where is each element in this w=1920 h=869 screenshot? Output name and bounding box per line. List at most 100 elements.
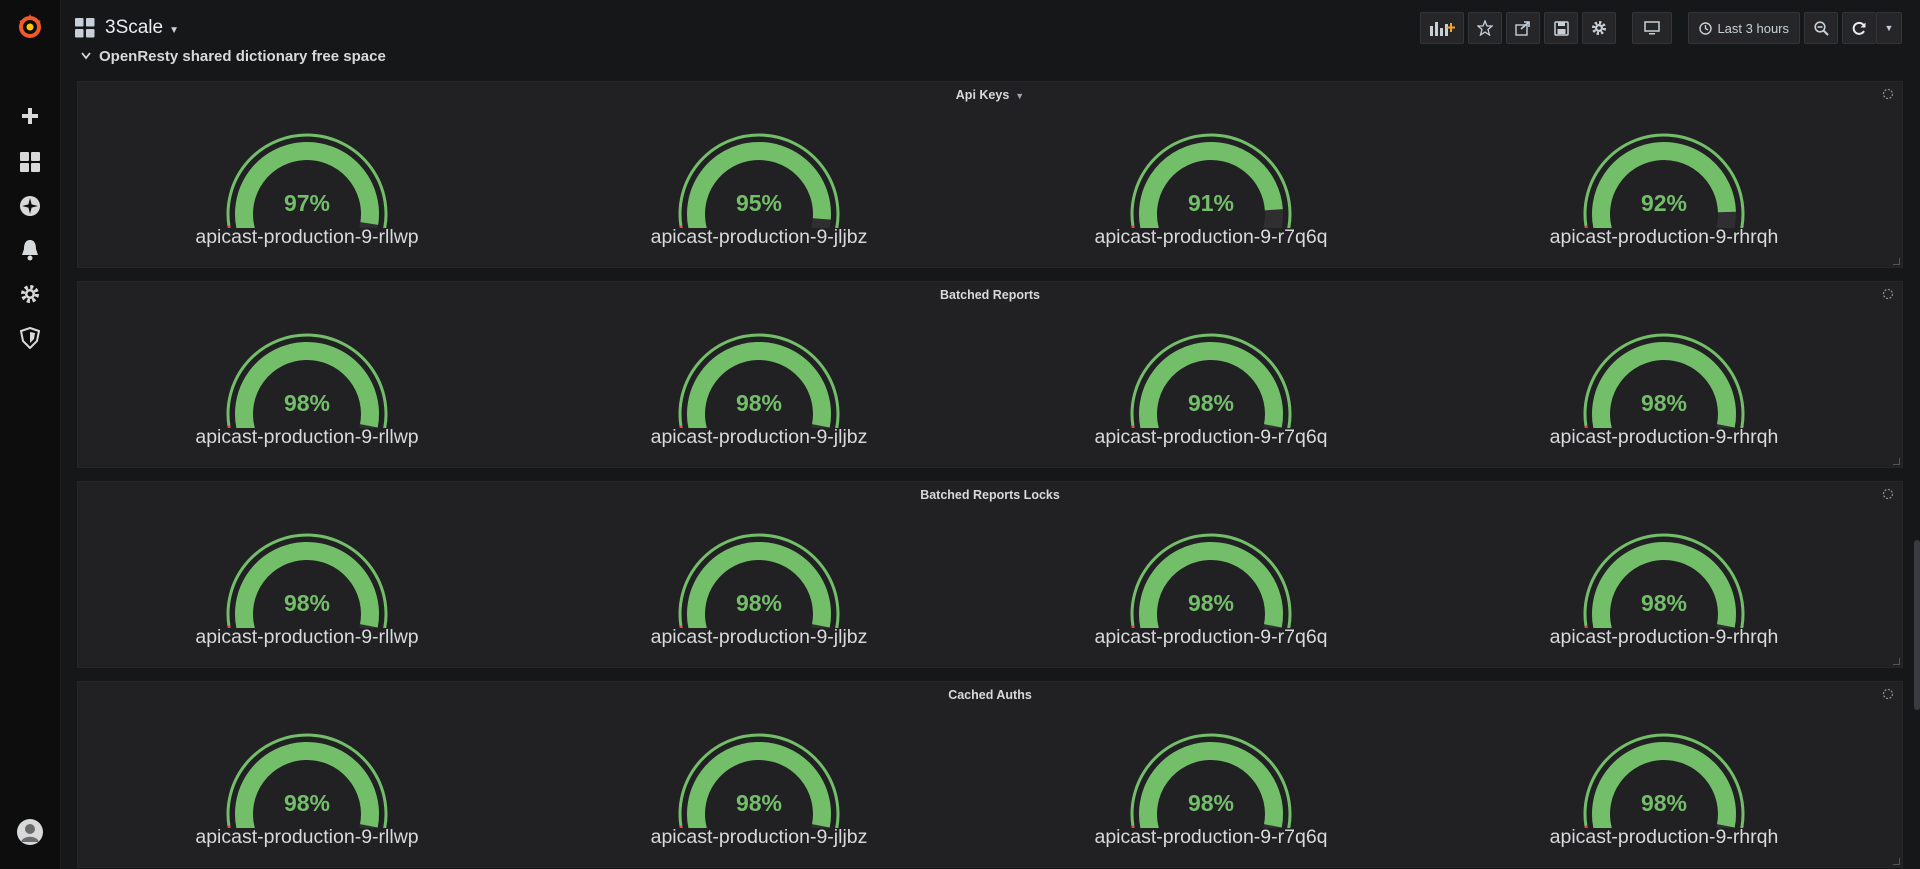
gauge: 98% apicast-production-9-rllwp (177, 718, 437, 858)
panel-title-text: Batched Reports (939, 288, 1041, 302)
gauge-series-name: apicast-production-9-rllwp (195, 226, 419, 248)
dashboard-settings-button[interactable] (1582, 12, 1617, 44)
refresh-interval-button[interactable]: ▼ (1876, 12, 1902, 44)
save-icon (1554, 20, 1569, 36)
gauge-value: 97% (283, 190, 331, 216)
gauge: 98% apicast-production-9-r7q6q (1081, 318, 1341, 458)
gauge: 95% apicast-production-9-jljbz (629, 118, 889, 258)
gauge-value: 95% (735, 190, 783, 216)
gauge-value: 98% (735, 390, 783, 416)
panel-resize-handle[interactable] (1893, 658, 1900, 665)
user-avatar-icon[interactable] (0, 814, 60, 850)
grafana-logo-icon[interactable] (0, 8, 60, 44)
gauge-panel: Batched Reports 98% apicast-production-9-r… (77, 281, 1903, 468)
add-panel-icon (1430, 22, 1456, 36)
panel-resize-handle[interactable] (1893, 858, 1900, 865)
dashboard-toolbar: Last 3 hours ▼ (1416, 12, 1920, 44)
gauge-series-name: apicast-production-9-rhrqh (1549, 826, 1779, 848)
panel-loading-spinner-icon (1882, 288, 1894, 300)
dashboard-title[interactable]: 3Scale (105, 17, 163, 39)
panel-title[interactable]: Cached Auths (78, 688, 1902, 702)
gauge-panel: Api Keys ▼ 97% apicast-production-9-rllwp 95… (77, 81, 1903, 268)
dashboard-picker[interactable]: 3Scale ▼ (75, 14, 179, 42)
share-icon (1515, 21, 1531, 36)
gauge-series-name: apicast-production-9-jljbz (650, 826, 868, 848)
gauge-series-name: apicast-production-9-r7q6q (1094, 226, 1328, 248)
tv-mode-button[interactable] (1632, 12, 1673, 44)
gauge-value: 98% (735, 590, 783, 616)
chevron-down-icon (81, 52, 91, 60)
panel-title[interactable]: Batched Reports Locks (78, 488, 1902, 502)
gauge-series-name: apicast-production-9-jljbz (650, 226, 868, 248)
refresh-interval-caret-icon: ▼ (1884, 23, 1894, 33)
panel-title-text: Api Keys (955, 88, 1010, 102)
panel-resize-handle[interactable] (1893, 458, 1900, 465)
gauge: 92% apicast-production-9-rhrqh (1534, 118, 1794, 258)
panel-title[interactable]: Api Keys ▼ (78, 88, 1902, 102)
explore-compass-icon[interactable] (0, 188, 60, 224)
gauge-value: 98% (1640, 590, 1688, 616)
gauge: 98% apicast-production-9-jljbz (629, 318, 889, 458)
time-picker-button[interactable]: Last 3 hours (1688, 12, 1800, 44)
panel-loading-spinner-icon (1882, 488, 1894, 500)
panel-title[interactable]: Batched Reports (78, 288, 1902, 302)
gauge-value: 98% (1640, 790, 1688, 816)
refresh-button[interactable] (1842, 12, 1876, 44)
gauge-value: 98% (1187, 590, 1235, 616)
configuration-gear-icon[interactable] (0, 276, 60, 312)
scrollbar[interactable] (1914, 540, 1920, 710)
gauge-panel: Batched Reports Locks 98% apicast-producti… (77, 481, 1903, 668)
gauge: 98% apicast-production-9-rhrqh (1534, 518, 1794, 658)
gauge-series-name: apicast-production-9-jljbz (650, 626, 868, 648)
gauge-value: 98% (283, 390, 331, 416)
side-menu (0, 0, 61, 869)
zoom-out-button[interactable] (1804, 12, 1838, 44)
gauge-value: 92% (1640, 190, 1688, 216)
gauge: 98% apicast-production-9-jljbz (629, 718, 889, 858)
row-header[interactable]: OpenResty shared dictionary free space (81, 46, 386, 66)
gauge-value: 98% (735, 790, 783, 816)
gauge-value: 98% (283, 790, 331, 816)
panel-loading-spinner-icon (1882, 688, 1894, 700)
gauge-series-name: apicast-production-9-r7q6q (1094, 426, 1328, 448)
gauge-series-name: apicast-production-9-rhrqh (1549, 426, 1779, 448)
star-button[interactable] (1468, 12, 1503, 44)
star-icon (1477, 20, 1494, 36)
gauge-series-name: apicast-production-9-rhrqh (1549, 226, 1779, 248)
gauge-series-name: apicast-production-9-rllwp (195, 426, 419, 448)
server-admin-shield-icon[interactable] (0, 320, 60, 356)
gauge: 98% apicast-production-9-rllwp (177, 318, 437, 458)
gauge: 98% apicast-production-9-rhrqh (1534, 718, 1794, 858)
plus-icon[interactable] (0, 98, 60, 134)
gauge-series-name: apicast-production-9-jljbz (650, 426, 868, 448)
panel-loading-spinner-icon (1882, 88, 1894, 100)
panel-title-text: Cached Auths (948, 688, 1032, 702)
alerting-bell-icon[interactable] (0, 232, 60, 268)
gauge: 98% apicast-production-9-r7q6q (1081, 718, 1341, 858)
time-range-label: Last 3 hours (1717, 20, 1789, 36)
gauge: 98% apicast-production-9-r7q6q (1081, 518, 1341, 658)
panel-title-text: Batched Reports Locks (920, 488, 1060, 502)
panel-menu-caret-icon[interactable]: ▼ (1015, 91, 1024, 101)
clock-icon (1699, 21, 1713, 35)
dashboards-grid-icon (75, 18, 95, 38)
gauge-value: 98% (1187, 790, 1235, 816)
gauge-series-name: apicast-production-9-rllwp (195, 826, 419, 848)
refresh-icon (1852, 21, 1866, 35)
zoom-out-icon (1813, 20, 1829, 36)
add-panel-button[interactable] (1420, 12, 1465, 44)
panel-resize-handle[interactable] (1893, 258, 1900, 265)
save-button[interactable] (1544, 12, 1579, 44)
gauge: 98% apicast-production-9-jljbz (629, 518, 889, 658)
settings-gear-icon (1592, 21, 1607, 35)
share-button[interactable] (1506, 12, 1541, 44)
gauge: 91% apicast-production-9-r7q6q (1081, 118, 1341, 258)
caret-down-icon: ▼ (169, 24, 180, 36)
row-title: OpenResty shared dictionary free space (99, 47, 386, 65)
gauge-panel: Cached Auths 98% apicast-production-9-rllw… (77, 681, 1903, 868)
tv-mode-icon (1644, 21, 1661, 35)
gauge-value: 91% (1187, 190, 1235, 216)
gauge-series-name: apicast-production-9-rhrqh (1549, 626, 1779, 648)
gauge: 98% apicast-production-9-rllwp (177, 518, 437, 658)
dashboards-grid-icon[interactable] (0, 144, 60, 180)
